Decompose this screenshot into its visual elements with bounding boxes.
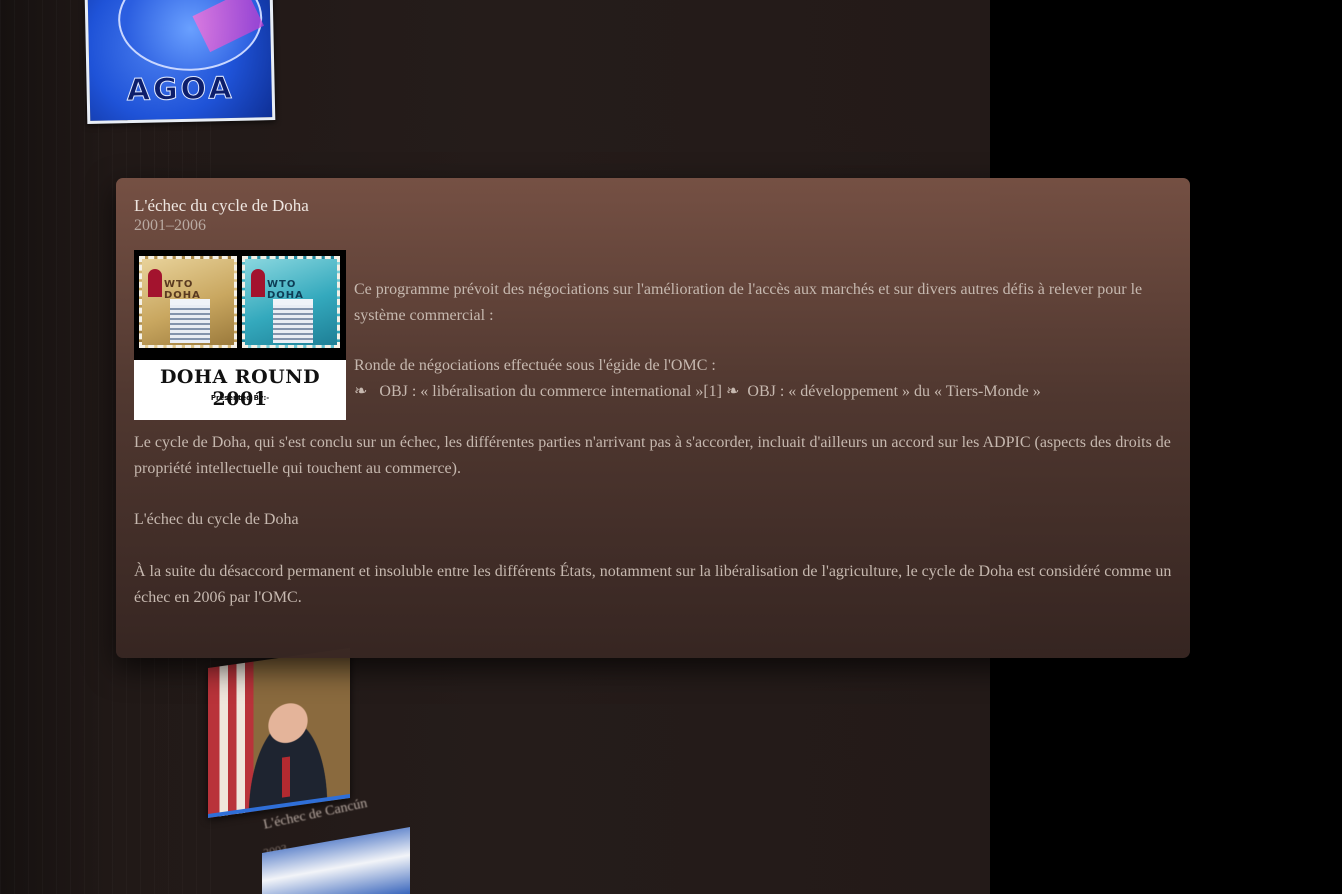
wto-logo-icon <box>251 269 265 297</box>
event-objectives: ❧ OBJ : « libéralisation du commerce int… <box>354 379 1184 405</box>
objective-1: OBJ : « libéralisation du commerce inter… <box>379 383 722 400</box>
event-dates: 2001–2006 <box>134 217 206 234</box>
event-final: À la suite du désaccord permanent et ins… <box>134 563 1172 606</box>
background-text-block <box>268 10 641 117</box>
stamp-gold: WTO DOHA <box>139 256 237 348</box>
event-card: L'échec du cycle de Doha 2001–2006 WTO D… <box>116 178 1190 658</box>
objective-2: OBJ : « développement » du « Tiers-Monde… <box>747 383 1041 400</box>
fleuron-icon: ❧ <box>725 383 740 400</box>
stamp-label: WTO DOHA <box>267 279 304 301</box>
stamp-teal: WTO DOHA <box>242 256 340 348</box>
event-intro: Ce programme prévoit des négociations su… <box>354 281 1143 324</box>
building-icon <box>273 299 313 343</box>
doha-banner-presented: Presented By:- <box>210 394 270 402</box>
doha-banner: DOHA ROUND 2001 Presented By:- <box>134 360 346 420</box>
event-conclusion: Le cycle de Doha, qui s'est conclu sur u… <box>134 434 1171 477</box>
agoa-image[interactable]: AGOA <box>84 0 276 124</box>
bush-tie <box>282 756 290 798</box>
event-ronde: Ronde de négociations effectuée sous l'é… <box>354 357 716 374</box>
cancun-image[interactable] <box>262 826 410 894</box>
wto-logo-icon <box>148 269 162 297</box>
fleuron-icon: ❧ <box>354 383 368 400</box>
doha-round-image[interactable]: WTO DOHA WTO DOHA DOHA ROUND 2001 Presen… <box>134 250 346 420</box>
event-title: L'échec du cycle de Doha <box>134 196 309 215</box>
doha-banner-title: DOHA ROUND 2001 <box>159 366 321 410</box>
event-subheading: L'échec du cycle de Doha <box>134 511 299 528</box>
bush-image[interactable] <box>208 648 350 818</box>
building-icon <box>170 299 210 343</box>
stamp-label: WTO DOHA <box>164 279 201 301</box>
timeline-viewer: AGOA L'échec de Cancún 2003 L'échec du c… <box>0 0 1342 894</box>
agoa-logo-text: AGOA <box>126 70 235 109</box>
